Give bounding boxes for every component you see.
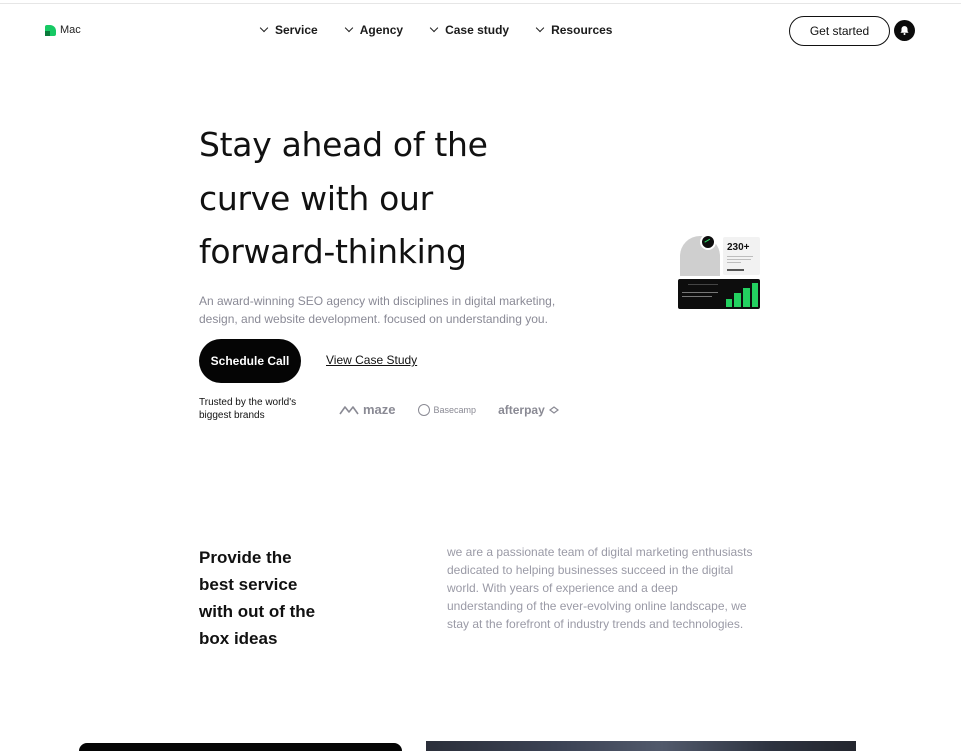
nav-item-label: Case study — [445, 23, 510, 37]
hero-description-line: design, and website development. focused… — [199, 312, 548, 326]
main-nav: Service Agency Case study Resources — [259, 23, 640, 37]
trusted-by-text: Trusted by the world's biggest brands — [199, 396, 309, 422]
chevron-down-icon — [344, 23, 353, 33]
maze-icon — [339, 405, 359, 414]
section-description-line: we are a passionate team of digital mark… — [447, 545, 753, 559]
hero-title-line: Stay ahead of the — [199, 125, 488, 164]
chevron-down-icon — [259, 23, 269, 33]
stat-line — [727, 269, 744, 271]
section-description-line: understanding of the ever-evolving onlin… — [447, 599, 747, 613]
nav-item-agency[interactable]: Agency — [344, 23, 404, 37]
growth-card — [678, 279, 760, 309]
nav-item-resources[interactable]: Resources — [535, 23, 613, 37]
notification-button[interactable] — [894, 20, 915, 41]
trusted-line: biggest brands — [199, 410, 265, 421]
brand-name: afterpay — [498, 402, 545, 417]
get-started-button[interactable]: Get started — [789, 16, 890, 46]
chevron-down-icon — [429, 23, 439, 33]
growth-line — [682, 296, 712, 297]
hero-description: An award-winning SEO agency with discipl… — [199, 292, 569, 328]
section-title-line: box ideas — [199, 629, 278, 648]
trend-up-icon — [700, 234, 716, 250]
nav-item-service[interactable]: Service — [259, 23, 318, 37]
hero-title-line: forward-thinking — [199, 232, 467, 271]
dark-card-preview — [79, 743, 402, 751]
nav-item-case-study[interactable]: Case study — [429, 23, 510, 37]
growth-bar — [726, 299, 732, 307]
hero-description-line: An award-winning SEO agency with discipl… — [199, 294, 556, 308]
basecamp-icon — [417, 403, 430, 416]
growth-line — [688, 284, 718, 285]
stat-value: 230+ — [727, 242, 750, 253]
brand-name: Basecamp — [433, 404, 477, 415]
section-title-line: Provide the — [199, 548, 292, 567]
nav-item-label: Service — [275, 23, 318, 37]
brand-logos: maze Basecamp afterpay — [339, 402, 559, 417]
section-description-line: world. With years of experience and a de… — [447, 581, 678, 595]
stat-card: 230+ — [723, 237, 760, 275]
section-description-line: dedicated to helping businesses succeed … — [447, 563, 734, 577]
bell-icon — [900, 26, 909, 35]
growth-bar — [752, 283, 758, 307]
logo-mark-icon — [45, 24, 56, 36]
stat-line — [727, 256, 753, 257]
chevron-down-icon — [535, 23, 545, 33]
stats-widget: 230+ — [678, 234, 760, 310]
section-title: Provide the best service with out of the… — [199, 544, 349, 652]
growth-line — [682, 292, 718, 293]
view-case-study-link[interactable]: View Case Study — [326, 353, 417, 367]
hero-title: Stay ahead of the curve with our forward… — [199, 118, 599, 279]
stat-line — [727, 262, 741, 263]
logo[interactable]: Mac — [45, 24, 81, 36]
section-description-line: stay at the forefront of industry trends… — [447, 617, 744, 631]
afterpay-logo: afterpay — [498, 403, 559, 417]
nav-item-label: Agency — [359, 23, 404, 37]
logo-text: Mac — [60, 24, 81, 36]
section-title-line: best service — [199, 575, 298, 594]
trusted-line: Trusted by the world's — [199, 397, 297, 408]
brand-name: maze — [363, 402, 396, 417]
schedule-call-button[interactable]: Schedule Call — [199, 339, 301, 383]
section-description: we are a passionate team of digital mark… — [447, 543, 767, 633]
stat-line — [727, 259, 751, 260]
photo-preview — [426, 741, 856, 751]
hero-title-line: curve with our — [199, 178, 433, 218]
maze-logo: maze — [339, 402, 396, 417]
nav-item-label: Resources — [551, 23, 613, 37]
basecamp-logo: Basecamp — [417, 403, 477, 416]
growth-bar — [734, 293, 741, 307]
section-title-line: with out of the — [199, 602, 316, 621]
growth-bar — [743, 288, 750, 307]
afterpay-icon — [548, 405, 559, 414]
top-divider — [0, 3, 961, 4]
